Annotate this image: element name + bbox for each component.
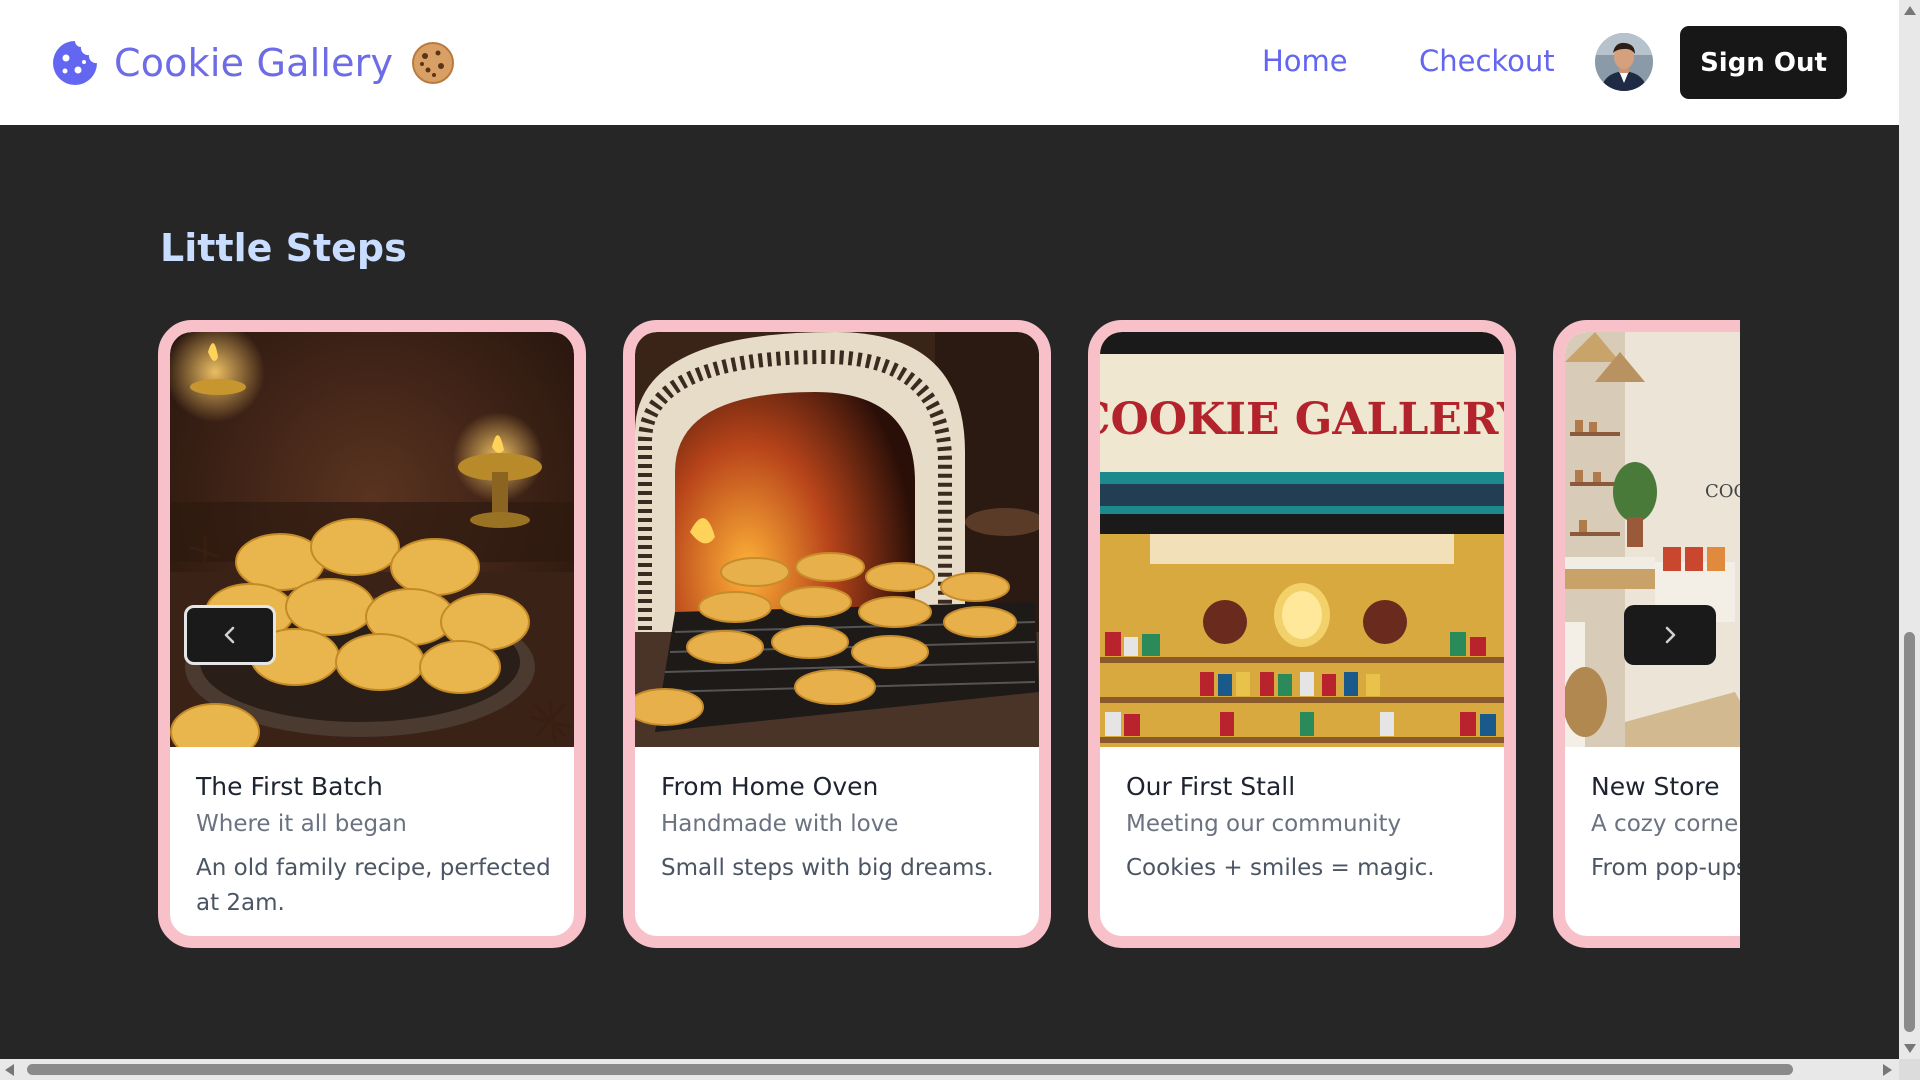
store-sign-text: COO: [1705, 481, 1740, 502]
scrollbar-corner: [1899, 1059, 1920, 1080]
scroll-right-arrow-icon[interactable]: [1883, 1064, 1892, 1076]
vertical-scrollbar[interactable]: [1899, 0, 1920, 1080]
card-image-new-store: COO: [1565, 332, 1740, 747]
card-subtitle: A cozy corner: [1591, 811, 1740, 837]
card-image-home-oven: [635, 332, 1039, 747]
nav-home-link[interactable]: Home: [1262, 44, 1348, 78]
card-image-first-stall: COOKIE GALLERY: [1100, 332, 1504, 747]
nav-checkout-link[interactable]: Checkout: [1419, 44, 1555, 78]
avatar-image: [1595, 33, 1653, 91]
story-card[interactable]: COOKIE GALLERY: [1088, 320, 1516, 948]
scroll-left-arrow-icon[interactable]: [5, 1064, 14, 1076]
chevron-left-icon: [224, 626, 235, 644]
scroll-up-arrow-icon[interactable]: [1904, 6, 1916, 15]
cookie-icon: [53, 41, 97, 85]
card-title: Our First Stall: [1126, 772, 1296, 801]
card-subtitle: Meeting our community: [1126, 811, 1402, 837]
card-description: Small steps with big dreams.: [661, 855, 994, 881]
stall-sign-text: COOKIE GALLERY: [1100, 394, 1504, 445]
carousel-next-button[interactable]: [1624, 605, 1716, 665]
section-title: Little Steps: [160, 226, 407, 270]
brand-logo-link[interactable]: Cookie Gallery: [50, 38, 455, 88]
top-navbar: Cookie Gallery Home Checkout Sign Out: [0, 0, 1899, 125]
scroll-down-arrow-icon[interactable]: [1904, 1044, 1916, 1053]
card-image-first-batch: [170, 332, 574, 747]
card-description: From pop-ups of our own.: [1591, 855, 1740, 881]
vertical-scroll-thumb[interactable]: [1904, 632, 1915, 1032]
card-subtitle: Handmade with love: [661, 811, 899, 837]
chevron-right-icon: [1665, 626, 1676, 644]
card-title: The First Batch: [196, 772, 383, 801]
horizontal-scroll-thumb[interactable]: [27, 1064, 1793, 1075]
card-title: New Store: [1591, 772, 1720, 801]
story-card[interactable]: From Home Oven Handmade with love Small …: [623, 320, 1051, 948]
story-carousel[interactable]: The First Batch Where it all began An ol…: [158, 318, 1740, 950]
horizontal-scrollbar[interactable]: [0, 1059, 1899, 1080]
sign-out-button[interactable]: Sign Out: [1680, 26, 1847, 99]
card-title: From Home Oven: [661, 772, 879, 801]
brand-name: Cookie Gallery: [114, 41, 394, 85]
carousel-prev-button[interactable]: [184, 605, 276, 665]
card-description: Cookies + smiles = magic.: [1126, 855, 1435, 881]
card-description: An old family recipe, perfected at 2am.: [196, 855, 551, 916]
cookie-emoji-icon: [412, 42, 455, 84]
card-subtitle: Where it all began: [196, 811, 407, 837]
user-avatar[interactable]: [1595, 33, 1653, 91]
